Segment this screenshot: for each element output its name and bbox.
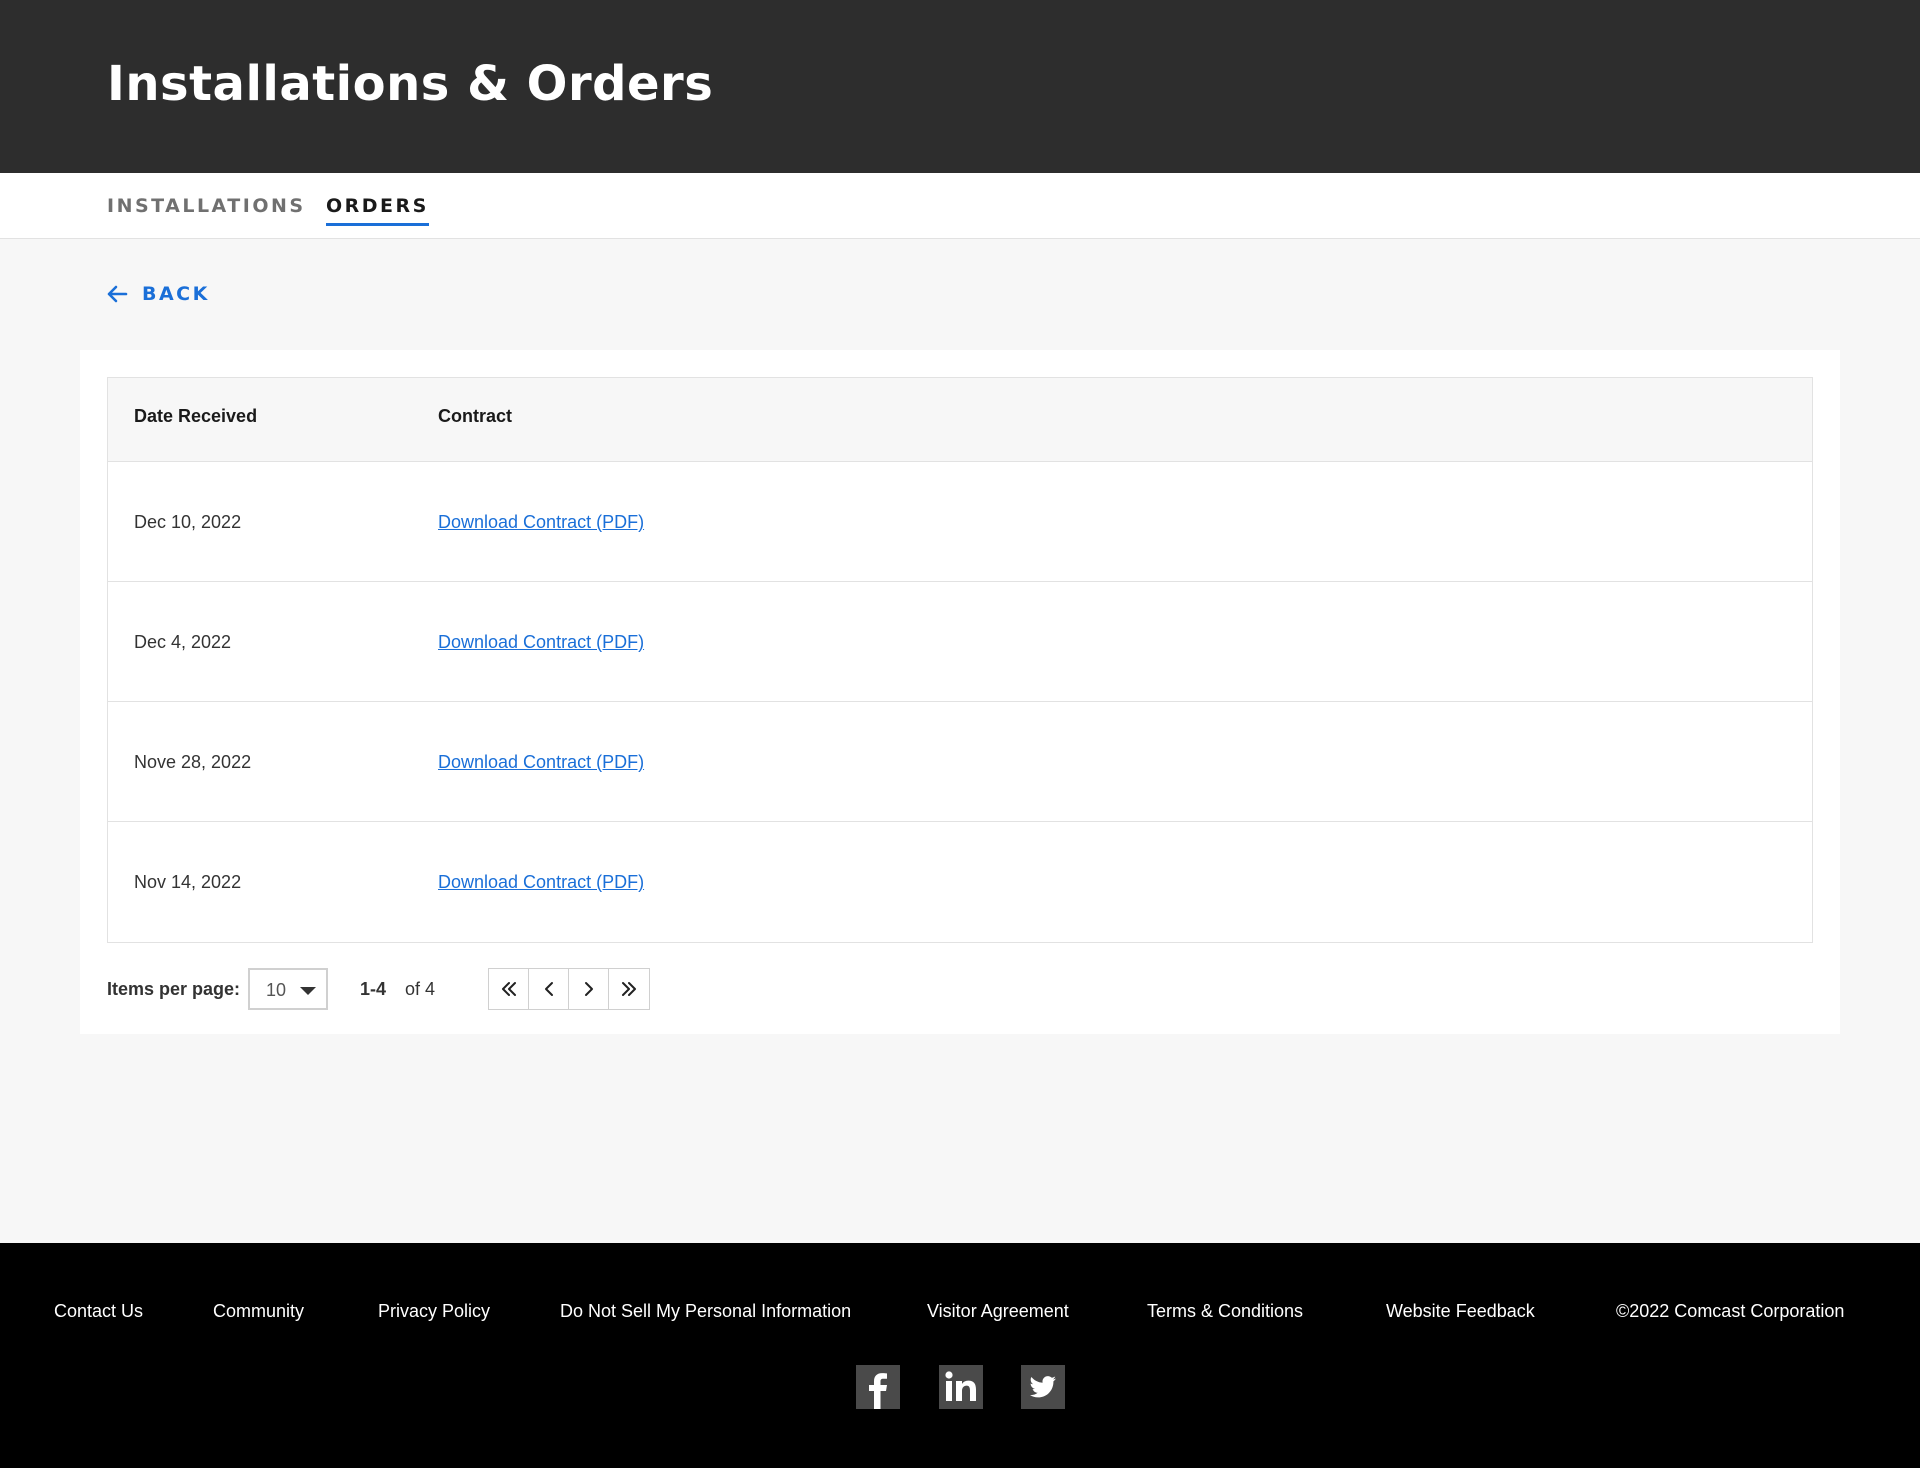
orders-table: Date Received Contract Dec 10, 2022 Down… (107, 377, 1813, 943)
twitter-icon (1021, 1365, 1065, 1409)
date-received: Dec 10, 2022 (134, 512, 242, 532)
last-page-button[interactable] (609, 969, 649, 1009)
page-range: 1-4 (360, 979, 387, 999)
facebook-button[interactable] (856, 1365, 900, 1409)
date-received: Nove 28, 2022 (134, 752, 252, 772)
download-contract-link[interactable]: Download Contract (PDF) (438, 752, 644, 773)
table-header: Date Received Contract (108, 378, 1812, 462)
items-per-page-value: 10 (266, 980, 287, 1000)
date-received: Dec 4, 2022 (134, 632, 232, 652)
footer-link-community[interactable]: Community (213, 1301, 304, 1322)
page-title: Installations & Orders (107, 56, 714, 112)
caret-down-icon (300, 987, 316, 995)
tab-orders[interactable]: ORDERS (326, 195, 429, 226)
footer-link-visitor-agreement[interactable]: Visitor Agreement (927, 1301, 1069, 1322)
table-row: Nov 14, 2022 Download Contract (PDF) (108, 822, 1812, 942)
page-total: of 4 (405, 979, 436, 999)
next-page-icon (584, 982, 593, 996)
footer: Contact Us Community Privacy Policy Do N… (0, 1243, 1920, 1468)
arrow-left-icon (107, 285, 128, 303)
first-page-icon (501, 982, 516, 996)
items-per-page-select[interactable]: 10 (248, 968, 328, 1010)
date-received: Nov 14, 2022 (134, 872, 242, 892)
items-per-page-label: Items per page: (107, 979, 241, 999)
next-page-button[interactable] (569, 969, 609, 1009)
first-page-button[interactable] (489, 969, 529, 1009)
copyright: ©2022 Comcast Corporation (1616, 1301, 1845, 1321)
last-page-icon (622, 982, 636, 996)
tabs-bar: INSTALLATIONS ORDERS (0, 173, 1920, 239)
table-row: Dec 10, 2022 Download Contract (PDF) (108, 462, 1812, 582)
download-contract-link[interactable]: Download Contract (PDF) (438, 512, 644, 533)
linkedin-icon (939, 1365, 983, 1409)
back-label: BACK (142, 283, 210, 305)
footer-link-website-feedback[interactable]: Website Feedback (1386, 1301, 1535, 1322)
page-buttons (488, 968, 650, 1010)
twitter-button[interactable] (1021, 1365, 1065, 1409)
orders-card: Date Received Contract Dec 10, 2022 Down… (80, 350, 1840, 1034)
page-header: Installations & Orders (0, 0, 1920, 173)
column-header-date: Date Received (134, 406, 258, 426)
facebook-icon (856, 1365, 900, 1409)
prev-page-icon (544, 982, 553, 996)
linkedin-button[interactable] (939, 1365, 983, 1409)
table-row: Dec 4, 2022 Download Contract (PDF) (108, 582, 1812, 702)
download-contract-link[interactable]: Download Contract (PDF) (438, 632, 644, 653)
footer-link-contact-us[interactable]: Contact Us (54, 1301, 143, 1322)
footer-link-do-not-sell[interactable]: Do Not Sell My Personal Information (560, 1301, 851, 1322)
footer-links: Contact Us Community Privacy Policy Do N… (0, 1301, 1920, 1331)
footer-link-privacy-policy[interactable]: Privacy Policy (378, 1301, 490, 1322)
tab-installations[interactable]: INSTALLATIONS (107, 195, 306, 223)
prev-page-button[interactable] (529, 969, 569, 1009)
table-row: Nove 28, 2022 Download Contract (PDF) (108, 702, 1812, 822)
footer-link-terms[interactable]: Terms & Conditions (1147, 1301, 1303, 1322)
pagination: Items per page: 10 1-4 of 4 (107, 968, 1107, 1010)
column-header-contract: Contract (438, 406, 513, 426)
download-contract-link[interactable]: Download Contract (PDF) (438, 872, 644, 893)
back-button[interactable]: BACK (106, 283, 210, 305)
